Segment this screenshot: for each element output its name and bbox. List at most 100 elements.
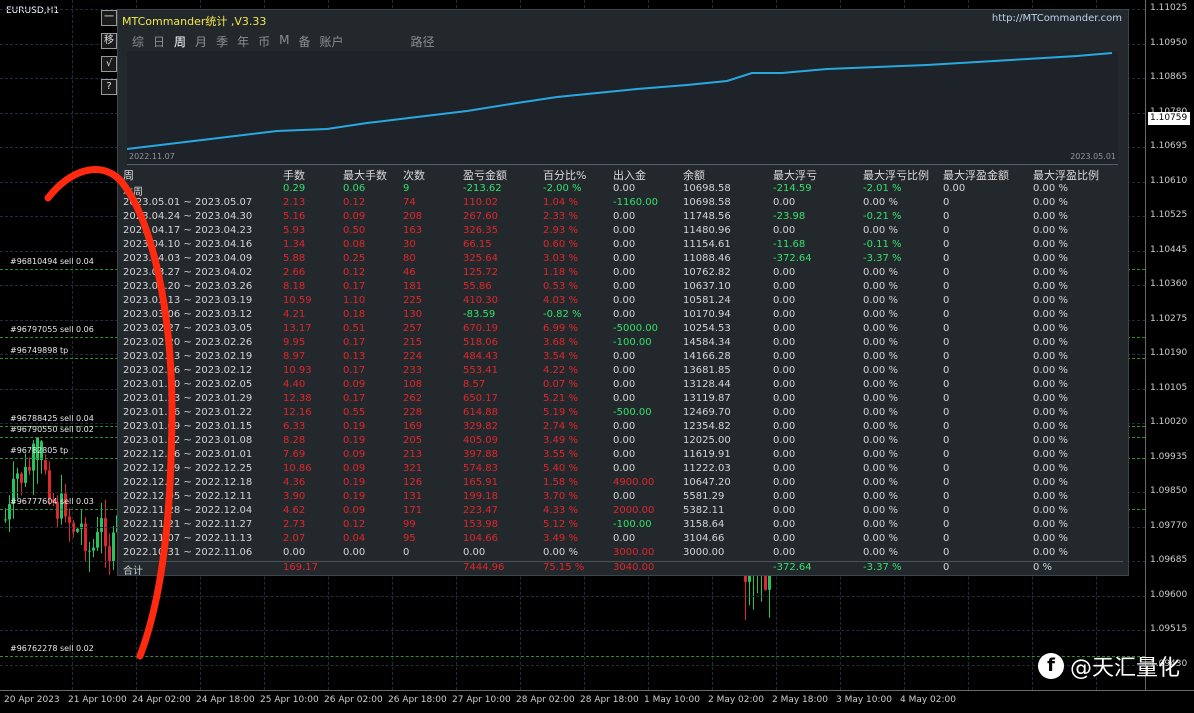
- column-header[interactable]: 最大浮亏比例: [863, 167, 929, 183]
- table-row[interactable]: 2023.01.16 ~ 2023.01.22 12.16 0.55 228 614.8…: [123, 407, 1123, 421]
- table-cell: 0.00: [613, 435, 636, 446]
- column-header[interactable]: 最大手数: [343, 167, 387, 183]
- column-header[interactable]: 盈亏金额: [463, 167, 507, 183]
- move-button[interactable]: 移: [101, 33, 117, 49]
- table-cell: 0.00 %: [863, 337, 898, 348]
- table-row[interactable]: 本周 0.29 0.06 9 -213.62 -2.00 % 0.00 10698.58 -21…: [123, 183, 1123, 198]
- table-cell: 262: [403, 393, 423, 404]
- table-cell: 5.88: [283, 253, 306, 264]
- column-header[interactable]: 最大浮盈金额: [943, 167, 1009, 183]
- column-header[interactable]: 百分比%: [543, 167, 586, 183]
- column-header[interactable]: 余额: [683, 167, 705, 183]
- column-header[interactable]: 出入金: [613, 167, 646, 183]
- table-row[interactable]: 2023.03.27 ~ 2023.04.02 2.66 0.12 46 125.72 1…: [123, 267, 1123, 281]
- table-cell: 0.00 %: [1033, 309, 1068, 320]
- table-row[interactable]: 2023.04.10 ~ 2023.04.16 1.34 0.08 30 66.15 0.…: [123, 239, 1123, 253]
- order-label[interactable]: #96790550 sell 0.02: [10, 425, 94, 434]
- stats-panel[interactable]: MTCommander统计 ,V3.33 http://MTCommander.…: [117, 9, 1129, 577]
- total-cell: 169.17: [283, 562, 318, 573]
- order-label[interactable]: #96777604 sell 0.03: [10, 497, 94, 506]
- order-label[interactable]: #96810494 sell 0.04: [10, 257, 94, 266]
- column-header[interactable]: 最大浮盈比例: [1033, 167, 1099, 183]
- table-cell: 0.25: [343, 253, 366, 264]
- table-row[interactable]: 2022.11.07 ~ 2022.11.13 2.07 0.04 95 104.66 3…: [123, 533, 1123, 547]
- table-cell: 0: [943, 379, 950, 390]
- column-header[interactable]: 最大浮亏: [773, 167, 817, 183]
- price-scale[interactable]: 1.110251.109501.108651.107801.106951.106…: [1145, 0, 1194, 690]
- tab-item[interactable]: 币: [258, 33, 270, 51]
- table-cell: 0.00 %: [1033, 281, 1068, 292]
- order-label[interactable]: #96762278 sell 0.02: [10, 644, 94, 653]
- table-cell: 2023.01.30 ~ 2023.02.05: [123, 379, 253, 390]
- table-cell: 0: [943, 407, 950, 418]
- table-cell: 2022.12.26 ~ 2023.01.01: [123, 449, 253, 460]
- table-row[interactable]: 2022.12.26 ~ 2023.01.01 7.69 0.09 213 397.88…: [123, 449, 1123, 463]
- table-cell: 0.00: [773, 351, 796, 362]
- table-cell: 0.00 %: [1033, 351, 1068, 362]
- table-cell: 4.40: [283, 379, 306, 390]
- table-row[interactable]: 2022.12.05 ~ 2022.12.11 3.90 0.19 131 199.18…: [123, 491, 1123, 505]
- table-cell: 2.73: [283, 519, 306, 530]
- tab-item[interactable]: 年: [237, 33, 249, 51]
- check-button[interactable]: √: [101, 56, 117, 72]
- watermark: f @天汇量化: [1037, 650, 1180, 682]
- table-row[interactable]: 2023.05.01 ~ 2023.05.07 2.13 0.12 74 110.02 1…: [123, 197, 1123, 211]
- table-row[interactable]: 2022.11.21 ~ 2022.11.27 2.73 0.12 99 153.98 5…: [123, 519, 1123, 533]
- table-row[interactable]: 2023.04.24 ~ 2023.04.30 5.16 0.09 208 267.60…: [123, 211, 1123, 225]
- table-row[interactable]: 2023.01.30 ~ 2023.02.05 4.40 0.09 108 8.57 0.…: [123, 379, 1123, 393]
- tab-item[interactable]: M: [279, 33, 289, 51]
- table-row[interactable]: 2023.01.02 ~ 2023.01.08 8.28 0.19 205 405.09…: [123, 435, 1123, 449]
- table-row[interactable]: 2022.12.19 ~ 2022.12.25 10.86 0.09 321 574.8…: [123, 463, 1123, 477]
- table-cell: 2.66: [283, 267, 306, 278]
- table-cell: 4.21: [283, 309, 306, 320]
- table-cell: 0.00: [613, 393, 636, 404]
- time-scale[interactable]: 20 Apr 2023 21 Apr 10:00 24 Apr 02:00 24 Ap…: [0, 690, 1194, 713]
- table-row[interactable]: 2022.11.28 ~ 2022.12.04 4.62 0.09 171 223.47…: [123, 505, 1123, 519]
- table-row[interactable]: 2023.02.27 ~ 2023.03.05 13.17 0.51 257 670.1…: [123, 323, 1123, 337]
- order-label[interactable]: #96797055 sell 0.06: [10, 325, 94, 334]
- table-row[interactable]: 2023.03.06 ~ 2023.03.12 4.21 0.18 130 -83.59…: [123, 309, 1123, 323]
- candle: [88, 541, 91, 572]
- order-label[interactable]: #96788425 sell 0.04: [10, 414, 94, 423]
- column-header[interactable]: 周: [123, 167, 134, 183]
- table-cell: 165.91: [463, 477, 498, 488]
- candle: [96, 517, 99, 551]
- table-row[interactable]: 2023.03.20 ~ 2023.03.26 8.18 0.17 181 55.86 0…: [123, 281, 1123, 295]
- table-row[interactable]: 2023.02.20 ~ 2023.02.26 9.95 0.17 215 518.06…: [123, 337, 1123, 351]
- table-row[interactable]: 2023.03.13 ~ 2023.03.19 10.59 1.10 225 410.3…: [123, 295, 1123, 309]
- table-row[interactable]: 2022.12.12 ~ 2022.12.18 4.36 0.19 126 165.91…: [123, 477, 1123, 491]
- table-cell: 0.00 %: [1033, 253, 1068, 264]
- table-cell: 3000.00: [613, 547, 655, 558]
- tab-item[interactable]: 综: [132, 33, 144, 51]
- tab-item[interactable]: 路径: [411, 33, 435, 51]
- total-row: 合计 169.17 7444.96 75.15 % 3040.00 -372.64 -3.3…: [123, 561, 1123, 577]
- order-label[interactable]: #96782805 tp: [10, 446, 68, 455]
- table-row[interactable]: 2023.04.03 ~ 2023.04.09 5.88 0.25 80 325.64 3…: [123, 253, 1123, 267]
- table-cell: 0.00 %: [1033, 211, 1068, 222]
- table-row[interactable]: 2023.02.13 ~ 2023.02.19 8.97 0.13 224 484.43…: [123, 351, 1123, 365]
- table-cell: 14584.34: [683, 337, 731, 348]
- tab-item[interactable]: 季: [216, 33, 228, 51]
- table-row[interactable]: 2023.04.17 ~ 2023.04.23 5.93 0.50 163 326.35…: [123, 225, 1123, 239]
- order-label[interactable]: #96749898 tp: [10, 346, 68, 355]
- website-link[interactable]: http://MTCommander.com: [992, 13, 1122, 24]
- candle: [16, 467, 19, 499]
- table-row[interactable]: 2023.01.09 ~ 2023.01.15 6.33 0.19 169 329.82…: [123, 421, 1123, 435]
- table-row[interactable]: 2023.01.23 ~ 2023.01.29 12.38 0.17 262 650.1…: [123, 393, 1123, 407]
- tab-item[interactable]: 账户: [319, 33, 343, 51]
- tab-item[interactable]: 日: [153, 33, 165, 51]
- minimize-button[interactable]: 一: [101, 10, 117, 26]
- table-row[interactable]: 2022.10.31 ~ 2022.11.06 0.00 0.00 0 0.00 0.00…: [123, 547, 1123, 561]
- tab-item[interactable]: 备: [298, 33, 310, 51]
- column-header[interactable]: 次数: [403, 167, 425, 183]
- candle: [68, 508, 71, 542]
- table-cell: 0.00: [773, 225, 796, 236]
- table-row[interactable]: 2023.02.06 ~ 2023.02.12 10.93 0.17 233 553.4…: [123, 365, 1123, 379]
- help-button[interactable]: ?: [101, 79, 117, 95]
- tab-item[interactable]: 月: [195, 33, 207, 51]
- table-cell: 0.00: [613, 253, 636, 264]
- table-cell: 0: [943, 477, 950, 488]
- tab-item[interactable]: 周: [174, 33, 186, 51]
- column-header[interactable]: 手数: [283, 167, 305, 183]
- table-cell: 4900.00: [613, 477, 655, 488]
